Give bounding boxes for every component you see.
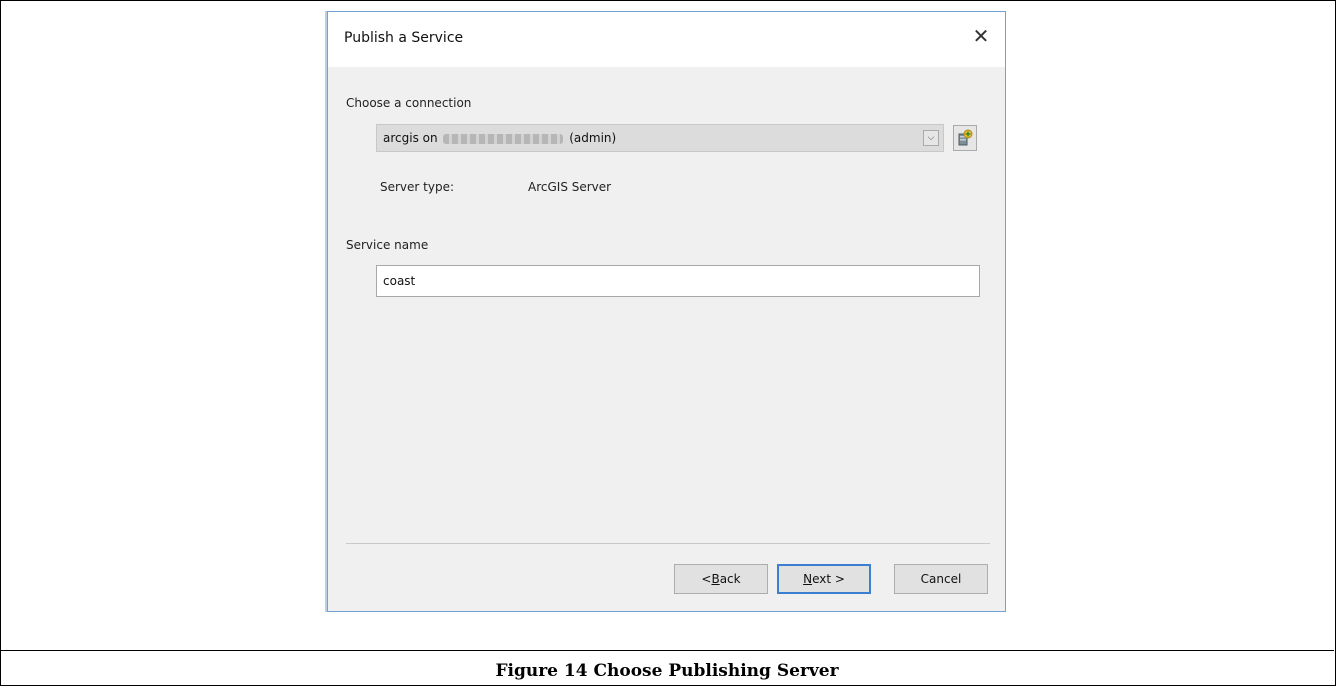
server-type-label: Server type: (380, 180, 455, 194)
add-connection-button[interactable] (953, 125, 977, 151)
service-name-label: Service name (346, 238, 429, 252)
back-prefix: < (701, 572, 712, 586)
add-server-icon (958, 129, 973, 146)
chevron-down-icon[interactable]: ⌵ (923, 130, 939, 146)
divider (346, 543, 990, 544)
connection-value: arcgis on (admin) (383, 131, 616, 145)
next-accelerator: N (803, 572, 813, 586)
cancel-button[interactable]: Cancel (894, 564, 988, 594)
title-bar: Publish a Service ✕ (328, 12, 1005, 67)
connection-value-suffix: (admin) (569, 131, 617, 145)
caption-row: Figure 14 Choose Publishing Server (0, 650, 1334, 686)
dialog-title: Publish a Service (344, 30, 464, 46)
connection-dropdown[interactable]: arcgis on (admin) ⌵ (376, 124, 944, 152)
service-name-input[interactable] (376, 265, 980, 297)
close-icon[interactable]: ✕ (969, 24, 993, 48)
next-rest: ext > (812, 572, 845, 586)
server-type-value: ArcGIS Server (528, 180, 612, 194)
back-button[interactable]: < Back (674, 564, 768, 594)
back-accelerator: B (711, 572, 720, 586)
back-rest: ack (719, 572, 741, 586)
next-button[interactable]: Next > (777, 564, 871, 594)
redacted-host (443, 133, 564, 144)
connection-label: Choose a connection (346, 96, 472, 110)
figure-caption: Figure 14 Choose Publishing Server (495, 660, 839, 681)
connection-value-prefix: arcgis on (383, 131, 438, 145)
publish-service-dialog: Publish a Service ✕ Choose a connection … (327, 11, 1006, 612)
